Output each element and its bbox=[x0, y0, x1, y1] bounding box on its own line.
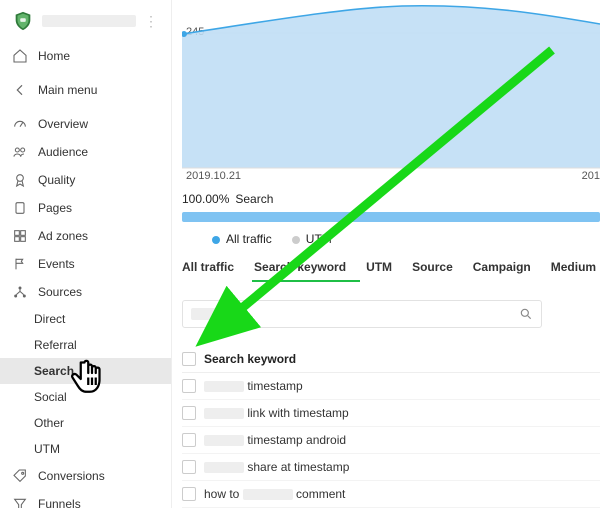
flag-icon bbox=[12, 256, 28, 272]
keyword-cell: timestamp android bbox=[204, 433, 346, 447]
sidebar-item-pages[interactable]: Pages bbox=[0, 194, 171, 222]
percent-value: 100.00% bbox=[182, 192, 229, 206]
table-row[interactable]: share at timestamp bbox=[182, 454, 600, 481]
search-input-value-mask bbox=[191, 308, 231, 320]
sidebar-item-label: Home bbox=[38, 49, 70, 63]
row-checkbox[interactable] bbox=[182, 460, 196, 474]
tab-active-underline bbox=[252, 280, 360, 282]
redacted-text bbox=[204, 462, 244, 473]
sidebar-item-referral[interactable]: Referral bbox=[0, 332, 171, 358]
badge-icon bbox=[12, 172, 28, 188]
sidebar-item-direct[interactable]: Direct bbox=[0, 306, 171, 332]
kebab-menu-icon[interactable]: ⋮ bbox=[144, 14, 159, 28]
row-checkbox[interactable] bbox=[182, 379, 196, 393]
table-row[interactable]: how to comment bbox=[182, 481, 600, 508]
grid-icon bbox=[12, 228, 28, 244]
people-icon bbox=[12, 144, 28, 160]
tab-medium[interactable]: Medium bbox=[551, 260, 596, 282]
tab-campaign[interactable]: Campaign bbox=[473, 260, 531, 282]
sidebar-item-label: Pages bbox=[38, 201, 72, 215]
chevron-left-icon bbox=[12, 82, 28, 98]
tab-utm[interactable]: UTM bbox=[366, 260, 392, 282]
tag-icon bbox=[12, 468, 28, 484]
redacted-text bbox=[204, 435, 244, 446]
sidebar-item-label: Funnels bbox=[38, 497, 81, 508]
legend-all-traffic[interactable]: All traffic bbox=[212, 232, 272, 246]
sidebar-item-funnels[interactable]: Funnels bbox=[0, 490, 171, 508]
branch-icon bbox=[12, 284, 28, 300]
sidebar-item-events[interactable]: Events bbox=[0, 250, 171, 278]
percent-bar bbox=[182, 212, 600, 222]
home-icon bbox=[12, 48, 28, 64]
percent-label: Search bbox=[235, 192, 273, 206]
sidebar-item-search[interactable]: Search bbox=[0, 358, 171, 384]
table-row[interactable]: timestamp bbox=[182, 373, 600, 400]
search-icon bbox=[519, 307, 533, 321]
row-checkbox[interactable] bbox=[182, 406, 196, 420]
keyword-cell: share at timestamp bbox=[204, 460, 349, 474]
site-name-placeholder bbox=[42, 15, 136, 27]
tab-all-traffic[interactable]: All traffic bbox=[182, 260, 234, 282]
tab-search-keyword[interactable]: Search keyword bbox=[254, 260, 346, 282]
sidebar-item-other[interactable]: Other bbox=[0, 410, 171, 436]
sidebar-item-label: Conversions bbox=[38, 469, 105, 483]
keyword-cell: link with timestamp bbox=[204, 406, 349, 420]
sidebar-item-label: Quality bbox=[38, 173, 75, 187]
dot-icon bbox=[292, 236, 300, 244]
sidebar-main-menu-label: Main menu bbox=[38, 83, 97, 97]
sidebar-item-label: Ad zones bbox=[38, 229, 88, 243]
chart-legend: All traffic UTM bbox=[182, 222, 600, 256]
traffic-chart: 245 2019.10.21 201 bbox=[182, 0, 600, 184]
row-checkbox[interactable] bbox=[182, 487, 196, 501]
sidebar-item-overview[interactable]: Overview bbox=[0, 110, 171, 138]
sidebar-item-label: Events bbox=[38, 257, 75, 271]
redacted-text bbox=[243, 489, 293, 500]
redacted-text bbox=[204, 408, 244, 419]
table-row[interactable]: link with timestamp bbox=[182, 400, 600, 427]
table-header-row: Search keyword bbox=[182, 346, 600, 373]
column-header-keyword[interactable]: Search keyword bbox=[204, 352, 296, 366]
sidebar-item-sources[interactable]: Sources bbox=[0, 278, 171, 306]
sidebar-item-label: Overview bbox=[38, 117, 88, 131]
sidebar-main-menu-back[interactable]: Main menu bbox=[0, 76, 171, 104]
tab-source[interactable]: Source bbox=[412, 260, 453, 282]
sidebar-item-quality[interactable]: Quality bbox=[0, 166, 171, 194]
redacted-text bbox=[204, 381, 244, 392]
sidebar-header: ⋮ bbox=[0, 6, 171, 42]
sidebar-item-conversions[interactable]: Conversions bbox=[0, 462, 171, 490]
main-content: 245 2019.10.21 201 100.00% Search All tr… bbox=[172, 0, 600, 508]
legend-utm[interactable]: UTM bbox=[292, 232, 332, 246]
sidebar-item-social[interactable]: Social bbox=[0, 384, 171, 410]
funnel-icon bbox=[12, 496, 28, 508]
sidebar-item-label: Audience bbox=[38, 145, 88, 159]
keyword-cell: how to comment bbox=[204, 487, 345, 501]
sidebar-item-label: Sources bbox=[38, 285, 82, 299]
percent-breakdown: 100.00% Search bbox=[182, 190, 600, 222]
sidebar-item-home[interactable]: Home bbox=[0, 42, 171, 70]
sidebar-item-audience[interactable]: Audience bbox=[0, 138, 171, 166]
sidebar: ⋮ Home Main menu Overview Audience Quali… bbox=[0, 0, 172, 508]
table-row[interactable]: timestamp android bbox=[182, 427, 600, 454]
page-icon bbox=[12, 200, 28, 216]
chart-area-icon bbox=[182, 0, 600, 184]
keyword-cell: timestamp bbox=[204, 379, 303, 393]
row-checkbox[interactable] bbox=[182, 433, 196, 447]
shield-logo-icon bbox=[12, 10, 34, 32]
dot-icon bbox=[212, 236, 220, 244]
select-all-checkbox[interactable] bbox=[182, 352, 196, 366]
sidebar-item-adzones[interactable]: Ad zones bbox=[0, 222, 171, 250]
sidebar-item-utm[interactable]: UTM bbox=[0, 436, 171, 462]
source-tabs: All traffic Search keyword UTM Source Ca… bbox=[182, 256, 600, 282]
keyword-search-input[interactable] bbox=[182, 300, 542, 328]
speedometer-icon bbox=[12, 116, 28, 132]
